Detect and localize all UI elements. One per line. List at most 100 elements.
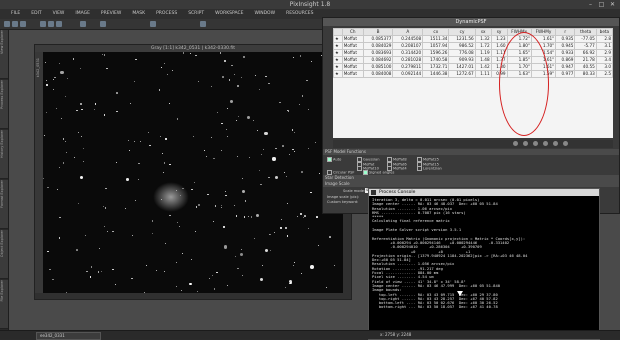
preview-icon[interactable] (200, 21, 206, 27)
process-console[interactable]: Process Console Iteration 3, delta = 0.0… (368, 188, 600, 340)
star (253, 120, 255, 122)
menu-resources[interactable]: RESOURCES (286, 9, 313, 19)
menu-mask[interactable]: MASK (132, 9, 145, 19)
psf-column-header[interactable]: Ch (341, 28, 364, 36)
psf-cell-cy: 986.52 (448, 42, 476, 50)
psf-star-row[interactable]: ★ Moffat 0.084029 0.208107 1057.94 986.52 1.72… (333, 42, 614, 50)
psf-column-header[interactable] (333, 28, 343, 36)
menu-file[interactable]: FILE (11, 9, 20, 19)
close-icon[interactable]: ✕ (608, 0, 617, 9)
save-icon[interactable] (20, 21, 26, 27)
checkbox-icon[interactable] (363, 170, 368, 175)
psf-column-header[interactable]: FWHMy (530, 28, 557, 36)
psf-column-header[interactable]: cx (422, 28, 450, 36)
star (148, 131, 150, 133)
menu-edit[interactable]: EDIT (31, 9, 41, 19)
image-canvas[interactable] (43, 52, 343, 293)
sidetab-object-explorer[interactable]: Object Explorer (0, 230, 8, 279)
star (224, 245, 228, 249)
psf-star-row[interactable]: ★ Moffat 0.084692 0.281028 1740.58 909.93 1.48… (333, 56, 614, 64)
star (229, 99, 233, 103)
psf-column-header[interactable]: cy (448, 28, 476, 36)
console-title-bar[interactable]: Process Console (369, 189, 599, 196)
star (234, 255, 237, 258)
psf-star-table[interactable]: Ch B Acx cy sx sy FWHMx FWHMy r theta beta ★ Moffat… (333, 28, 614, 138)
image-window[interactable]: Gray [1:1] k342_0531 | k342-0330.fit k34… (34, 44, 352, 300)
psf-column-header[interactable]: B (362, 28, 394, 36)
star (260, 183, 262, 186)
zoom-in-icon[interactable] (40, 21, 46, 27)
signed-angles-checkbox[interactable]: Signed angles (363, 170, 394, 175)
crop-icon[interactable] (543, 141, 548, 146)
star (105, 187, 107, 189)
star (217, 112, 219, 114)
average-icon[interactable] (553, 141, 558, 146)
star (163, 172, 165, 173)
star (282, 144, 285, 147)
sidetab-process-explorer[interactable]: Process Explorer (0, 80, 8, 129)
settings-icon[interactable] (563, 141, 568, 146)
function-auto[interactable]: Auto (327, 157, 341, 162)
delete-icon[interactable] (533, 141, 538, 146)
menu-view[interactable]: VIEW (53, 9, 65, 19)
checkbox-icon[interactable] (417, 166, 422, 171)
sidetab-file-explorer[interactable]: File Explorer (0, 280, 8, 329)
zoom-out-icon[interactable] (48, 21, 54, 27)
psf-cell-r: 0.933 (555, 49, 576, 57)
psf-function-cell: Moffat (341, 49, 364, 57)
new-icon[interactable] (4, 21, 10, 27)
checkbox-icon[interactable] (327, 157, 332, 162)
image-window-title[interactable]: Gray [1:1] k342_0531 | k342-0330.fit (35, 45, 351, 52)
view-tab[interactable]: ee342_0331 (36, 332, 101, 340)
export-icon[interactable] (523, 141, 528, 146)
menu-preview[interactable]: PREVIEW (101, 9, 121, 19)
psf-cell-a: 0.314420 (392, 49, 424, 57)
psf-star-row[interactable]: ★ Moffat 0.083693 0.314420 1596.26 776.08 1.19… (333, 49, 614, 57)
menu-workspace[interactable]: WORKSPACE (215, 9, 243, 19)
menu-process[interactable]: PROCESS (156, 9, 177, 19)
psf-column-header[interactable]: r (555, 28, 576, 36)
star (231, 64, 233, 66)
checkbox-icon[interactable] (357, 166, 362, 171)
star (100, 271, 102, 273)
star (59, 62, 61, 64)
circular-psf-checkbox[interactable]: Circular PSF (327, 170, 355, 175)
sidetab-view-explorer[interactable]: View Explorer (0, 30, 8, 79)
psf-star-row[interactable]: ★ Moffat 0.085377 0.244508 1511.34 1231.56 1.3… (333, 35, 614, 43)
fit-icon[interactable] (56, 21, 62, 27)
star-icon: ★ (333, 42, 343, 50)
checkbox-icon[interactable] (327, 170, 332, 175)
stf-icon[interactable] (80, 21, 86, 27)
dynamic-psf-window[interactable]: DynamicPSF Ch B Acx cy sx sy FWHMx FWHMy r theta b… (322, 17, 620, 214)
minimize-icon[interactable]: – (586, 0, 595, 9)
readout-icon[interactable] (150, 21, 156, 27)
psf-column-header[interactable]: sx (474, 28, 492, 36)
star (253, 237, 255, 239)
open-icon[interactable] (12, 21, 18, 27)
psf-column-header[interactable]: sy (490, 28, 508, 36)
psf-cell-theta: 40.55 (574, 63, 597, 71)
function-lorentzian[interactable]: Lorentzian (417, 166, 442, 171)
psf-column-header[interactable]: theta (574, 28, 597, 36)
psf-window-title[interactable]: DynamicPSF (323, 18, 619, 26)
sidetab-history-explorer[interactable]: History Explorer (0, 130, 8, 179)
menu-window[interactable]: WINDOW (254, 9, 275, 19)
image-side-label-bar[interactable]: k342_0531 (35, 52, 43, 293)
star (223, 226, 225, 228)
psf-star-row[interactable]: ★ Moffat 0.084008 0.092144 1446.38 1272.67 1.1… (333, 70, 614, 78)
sidetab-format-explorer[interactable]: Format Explorer (0, 180, 8, 229)
star (169, 215, 171, 217)
star (54, 76, 56, 79)
psf-column-header[interactable]: A (392, 28, 424, 36)
star (237, 115, 240, 117)
mask-icon[interactable] (100, 21, 106, 27)
star (49, 268, 51, 271)
maximize-icon[interactable]: □ (597, 0, 606, 9)
psf-star-row[interactable]: ★ Moffat 0.085100 0.279811 1732.71 1427.01 1.4… (333, 63, 614, 71)
star (52, 78, 54, 80)
psf-column-header[interactable]: beta (595, 28, 614, 36)
sort-icon[interactable] (513, 141, 518, 146)
star (256, 214, 260, 218)
menu-script[interactable]: SCRIPT (188, 9, 204, 19)
menu-image[interactable]: IMAGE (75, 9, 90, 19)
